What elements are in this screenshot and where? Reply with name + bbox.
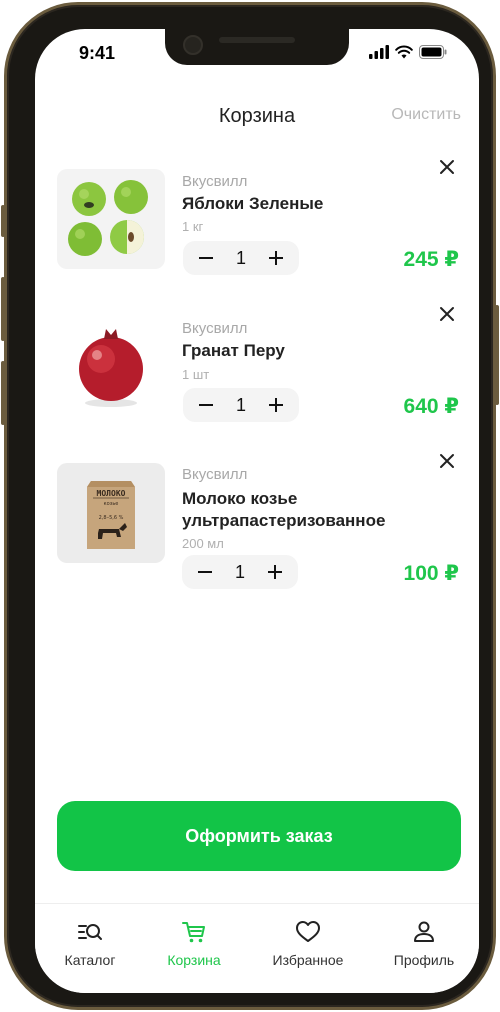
quantity-stepper: 1 (182, 555, 298, 589)
product-image-goat-milk-carton: МОЛОКО козье 2,8–5,6 % (57, 463, 165, 563)
quantity-value: 1 (234, 561, 245, 582)
remove-item-close-icon[interactable] (437, 304, 457, 324)
tab-label: Избранное (272, 952, 344, 968)
profile-icon (414, 921, 434, 942)
tab-cart[interactable]: Корзина (139, 918, 249, 968)
checkout-button[interactable]: Оформить заказ (57, 801, 461, 871)
increase-quantity-button[interactable] (265, 247, 287, 269)
speaker-grille (219, 37, 295, 43)
increase-quantity-button[interactable] (265, 394, 287, 416)
tab-catalog[interactable]: Каталог (35, 918, 145, 968)
tab-label: Каталог (64, 952, 116, 968)
camera-icon (183, 35, 203, 55)
volume-down-button (1, 361, 5, 425)
clear-cart-button[interactable]: Очистить (391, 106, 461, 124)
tab-profile[interactable]: Профиль (369, 918, 479, 968)
minus-icon (199, 404, 213, 406)
product-price: 245 ₽ (403, 248, 459, 271)
minus-icon (199, 257, 213, 259)
plus-icon (268, 398, 283, 412)
tab-favorites[interactable]: Избранное (253, 918, 363, 968)
wifi-icon (395, 45, 413, 59)
heart-icon (296, 921, 320, 942)
plus-icon (268, 251, 283, 265)
tab-label: Профиль (393, 952, 455, 968)
quantity-value: 1 (235, 394, 246, 415)
tab-label: Корзина (167, 952, 221, 968)
package-brand-text: МОЛОКО (97, 489, 126, 498)
status-time: 9:41 (79, 43, 116, 63)
package-sub-text: козье (104, 501, 119, 507)
mute-switch (1, 205, 5, 237)
power-button (495, 305, 499, 405)
product-brand: Вкусвилл (182, 173, 248, 190)
product-brand: Вкусвилл (182, 466, 248, 483)
remove-item-close-icon[interactable] (437, 157, 457, 177)
product-name: Яблоки Зеленые (182, 194, 324, 213)
product-brand: Вкусвилл (182, 320, 248, 337)
increase-quantity-button[interactable] (264, 561, 286, 583)
remove-item-close-icon[interactable] (437, 451, 457, 471)
notch (165, 29, 349, 65)
cart-icon (182, 922, 205, 943)
package-percent-text: 2,8–5,6 % (99, 515, 124, 521)
quantity-stepper: 1 (183, 241, 299, 275)
signal-icon (369, 45, 389, 59)
volume-up-button (1, 277, 5, 341)
minus-icon (198, 571, 212, 573)
catalog-search-icon (78, 924, 102, 940)
quantity-stepper: 1 (183, 388, 299, 422)
product-unit: 1 шт (182, 367, 210, 382)
phone-frame: 9:41 Корзина Очистить Вкусвилл Яблоки Зе… (1, 2, 499, 1010)
product-image-pomegranate (57, 317, 165, 417)
app-screen: 9:41 Корзина Очистить Вкусвилл Яблоки Зе… (35, 29, 479, 993)
product-image-green-apples (57, 169, 165, 269)
quantity-value: 1 (235, 247, 246, 268)
decrease-quantity-button[interactable] (195, 394, 217, 416)
bottom-tab-bar: Каталог Корзина Избранное Профиль (35, 903, 479, 993)
plus-icon (267, 565, 282, 579)
product-price: 100 ₽ (403, 562, 459, 585)
product-unit: 200 мл (182, 536, 224, 551)
decrease-quantity-button[interactable] (194, 561, 216, 583)
product-unit: 1 кг (182, 219, 204, 234)
status-icons (369, 45, 447, 59)
product-name: Гранат Перу (182, 341, 285, 360)
battery-icon (419, 45, 447, 59)
product-price: 640 ₽ (403, 395, 459, 418)
product-name: Молоко козье ультрапастеризованное (182, 489, 386, 530)
decrease-quantity-button[interactable] (195, 247, 217, 269)
